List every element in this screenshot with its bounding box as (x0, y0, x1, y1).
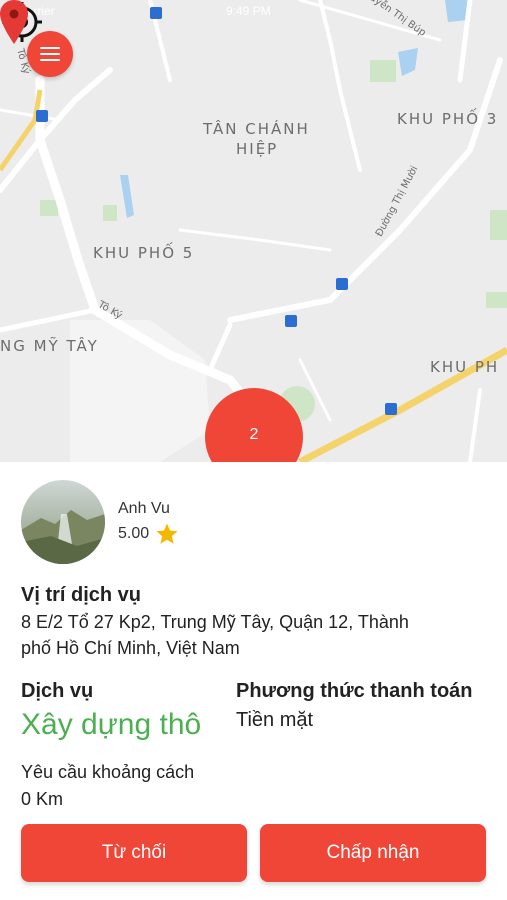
map-view[interactable]: Carrier 9:49 PM TÂN CHÁNH HIỆP KHU PHỐ 3… (0, 0, 507, 462)
request-details-panel: Anh Vu 5.00 Vị trí dịch vụ 8 E/2 Tổ 27 K… (0, 462, 507, 900)
area-label: KHU PH (430, 358, 500, 376)
distance-value: 0 Km (21, 789, 64, 809)
service-value: Xây dựng thô (21, 708, 202, 741)
location-title: Vị trí dịch vụ (21, 584, 142, 606)
status-time: 9:49 PM (226, 4, 271, 18)
area-label: KHU PHỐ 5 (93, 244, 195, 262)
location-pin-icon[interactable] (0, 0, 28, 44)
area-label: NG MỸ TÂY (0, 337, 99, 355)
cluster-marker[interactable]: 2 (205, 388, 303, 462)
address-line-2: phố Hồ Chí Minh, Việt Nam (21, 638, 240, 658)
accept-button[interactable]: Chấp nhận (260, 824, 486, 882)
menu-icon (40, 47, 60, 49)
payment-value: Tiền mặt (236, 709, 314, 731)
area-label: HIỆP (236, 140, 279, 158)
driver-rating: 5.00 (118, 525, 150, 542)
area-label: TÂN CHÁNH (203, 120, 310, 138)
area-label: KHU PHỐ 3 (397, 110, 499, 128)
driver-name: Anh Vu (118, 500, 170, 517)
distance-label: Yêu cầu khoảng cách (21, 762, 195, 782)
avatar (21, 480, 105, 564)
cluster-count: 2 (249, 426, 259, 443)
reject-button[interactable]: Từ chối (21, 824, 247, 882)
payment-title: Phương thức thanh toán (236, 680, 473, 702)
star-icon (156, 523, 178, 544)
service-title: Dịch vụ (21, 680, 94, 702)
address-line-1: 8 E/2 Tổ 27 Kp2, Trung Mỹ Tây, Quận 12, … (21, 612, 409, 632)
